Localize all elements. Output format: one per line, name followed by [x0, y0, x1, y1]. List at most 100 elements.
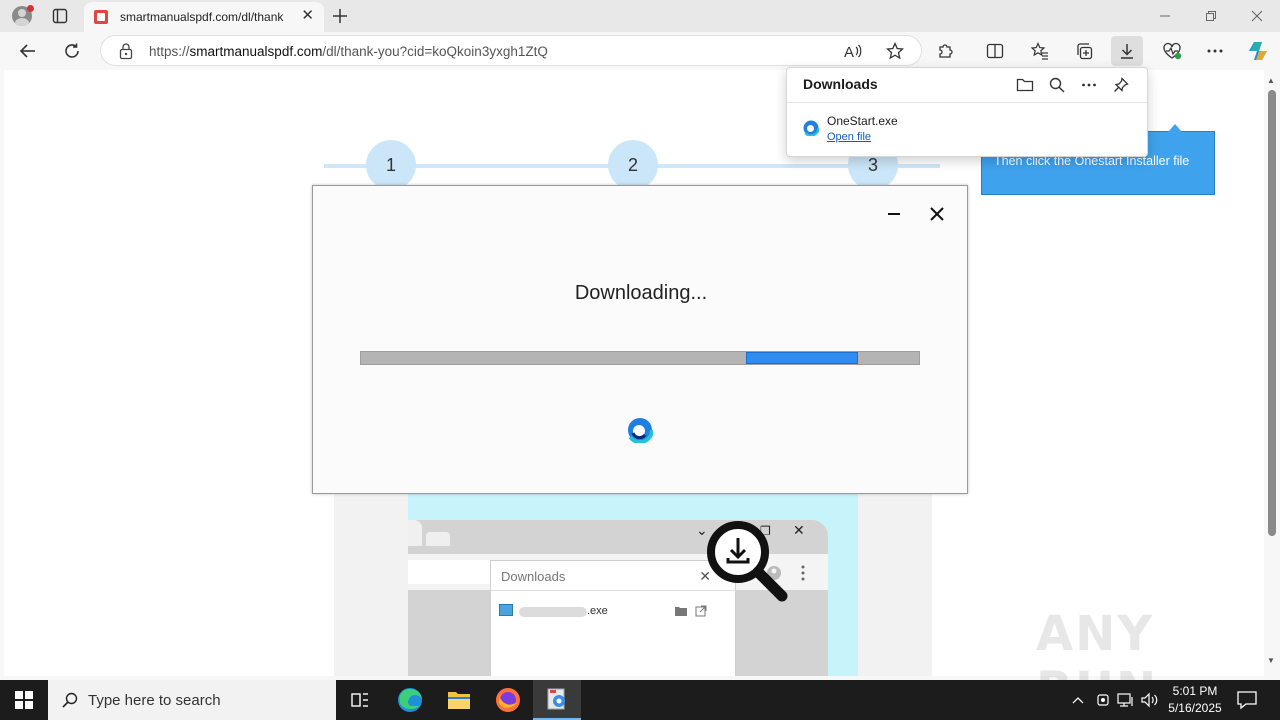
clock-date: 5/16/2025 — [1168, 701, 1222, 715]
tab-strip: smartmanualspdf.com/dl/thank ✕ — [0, 0, 1280, 32]
modal-close-button[interactable] — [925, 202, 949, 226]
url-text[interactable]: https://smartmanualspdf.com/dl/thank-you… — [149, 44, 548, 59]
browser-essentials-button[interactable] — [1156, 36, 1188, 66]
browser-toolbar: https://smartmanualspdf.com/dl/thank-you… — [0, 32, 1280, 70]
taskbar-firefox-button[interactable] — [484, 680, 532, 720]
split-screen-button[interactable] — [979, 36, 1011, 66]
favorite-star-button[interactable] — [883, 41, 907, 61]
plus-icon — [333, 9, 347, 23]
mock-folder-icon — [675, 607, 687, 616]
download-file-name[interactable]: OneStart.exe — [827, 114, 898, 128]
search-icon — [1049, 77, 1065, 93]
refresh-icon — [65, 43, 79, 58]
volume-button[interactable] — [1140, 690, 1160, 710]
scrollbar-thumb[interactable] — [1268, 90, 1276, 536]
pin-icon — [1114, 77, 1129, 92]
back-button[interactable] — [13, 37, 43, 65]
back-arrow-icon — [19, 44, 35, 58]
downloads-more-options-button[interactable] — [1077, 74, 1101, 96]
profile-button[interactable] — [8, 4, 36, 28]
tab-title: smartmanualspdf.com/dl/thank — [120, 10, 284, 24]
browser-tab[interactable]: smartmanualspdf.com/dl/thank ✕ — [84, 2, 324, 32]
refresh-button[interactable] — [57, 37, 87, 65]
mock-tab — [426, 532, 450, 546]
close-icon — [930, 207, 944, 221]
show-hidden-icons-button[interactable] — [1068, 690, 1088, 710]
scroll-up-icon[interactable]: ▲ — [1267, 76, 1275, 85]
star-icon — [886, 42, 904, 60]
modal-minimize-button[interactable] — [882, 202, 906, 226]
close-window-button[interactable] — [1234, 4, 1280, 28]
tab-actions-button[interactable] — [46, 4, 74, 28]
illustration-background: ⌄ – ❐ ✕ Downloads ✕ — [408, 490, 858, 676]
new-tab-button[interactable] — [326, 4, 354, 28]
open-file-link[interactable]: Open file — [827, 131, 871, 143]
extensions-button[interactable] — [930, 36, 962, 66]
tab-actions-icon — [52, 8, 68, 24]
notification-center-icon[interactable] — [1234, 690, 1260, 710]
url-path: /dl/thank-you?cid=koQkoin3yxgh1ZtQ — [322, 44, 548, 59]
tab-close-icon[interactable]: ✕ — [301, 8, 314, 23]
instruction-illustration: ⌄ – ❐ ✕ Downloads ✕ — [334, 490, 932, 676]
download-progress-bar — [360, 351, 920, 365]
clock-time: 5:01 PM — [1172, 684, 1218, 698]
taskbar-edge-button[interactable] — [386, 680, 434, 720]
split-screen-icon — [986, 43, 1004, 59]
tray-meet-button[interactable] — [1094, 690, 1112, 710]
copilot-icon — [1249, 42, 1267, 60]
network-button[interactable] — [1116, 690, 1136, 710]
mock-file-icon — [499, 604, 513, 616]
search-downloads-button[interactable] — [1045, 74, 1069, 96]
device-icon — [1097, 694, 1109, 706]
downloads-button[interactable] — [1111, 36, 1143, 66]
taskbar-search-box[interactable]: Type here to search — [48, 680, 336, 720]
windows-logo-icon — [15, 691, 33, 709]
page-scrollbar[interactable]: ▲ ▼ — [1264, 70, 1280, 676]
mock-more-icon — [801, 565, 805, 581]
pin-downloads-button[interactable] — [1109, 74, 1133, 96]
onestart-logo-icon — [627, 417, 653, 443]
windows-taskbar: Type here to search 5:01 PM 5/16/2025 — [0, 680, 1280, 720]
mock-downloads-panel: Downloads ✕ .exe — [490, 560, 736, 676]
folder-icon — [1016, 78, 1034, 92]
settings-more-button[interactable] — [1199, 36, 1231, 66]
open-downloads-folder-button[interactable] — [1013, 74, 1037, 96]
taskbar-clock[interactable]: 5:01 PM 5/16/2025 — [1160, 683, 1230, 717]
edge-icon — [398, 688, 422, 712]
url-domain: smartmanualspdf.com — [189, 44, 323, 59]
search-placeholder: Type here to search — [88, 691, 221, 709]
task-view-button[interactable] — [336, 680, 384, 720]
volume-icon — [1141, 692, 1158, 708]
mock-close-icon: ✕ — [793, 522, 805, 538]
copilot-button[interactable] — [1242, 36, 1274, 66]
download-icon — [1121, 44, 1133, 59]
minimize-window-button[interactable] — [1142, 4, 1188, 28]
divider — [787, 102, 1147, 103]
downloads-title: Downloads — [803, 76, 878, 92]
installer-app-icon — [547, 688, 565, 710]
notification-dot — [27, 5, 34, 12]
read-aloud-button[interactable]: A — [841, 41, 865, 61]
start-button[interactable] — [0, 680, 48, 720]
address-bar[interactable]: https://smartmanualspdf.com/dl/thank-you… — [100, 35, 922, 66]
heart-pulse-icon — [1163, 42, 1182, 60]
svg-text:A: A — [844, 44, 854, 60]
mock-tab — [408, 520, 422, 546]
mock-blurred-filename — [519, 607, 587, 617]
restore-window-button[interactable] — [1188, 4, 1234, 28]
lock-icon[interactable] — [119, 42, 133, 60]
mock-downloads-title: Downloads — [501, 569, 566, 584]
read-aloud-icon: A — [844, 44, 862, 60]
site-favicon-icon — [94, 10, 108, 24]
downloads-flyout: Downloads OneStart.exe Open file — [786, 67, 1148, 157]
taskbar-active-app-button[interactable] — [533, 680, 581, 720]
modal-title: Downloading... — [574, 282, 708, 304]
downloading-modal: Downloading... — [312, 185, 968, 494]
favorites-button[interactable] — [1024, 36, 1056, 66]
network-icon — [1117, 693, 1133, 707]
collections-button[interactable] — [1068, 36, 1100, 66]
favorites-icon — [1031, 42, 1048, 60]
web-page: 1 2 3 Double click Then click the Onesta… — [4, 70, 1264, 676]
taskbar-file-explorer-button[interactable] — [435, 680, 483, 720]
restore-icon — [1206, 11, 1216, 21]
